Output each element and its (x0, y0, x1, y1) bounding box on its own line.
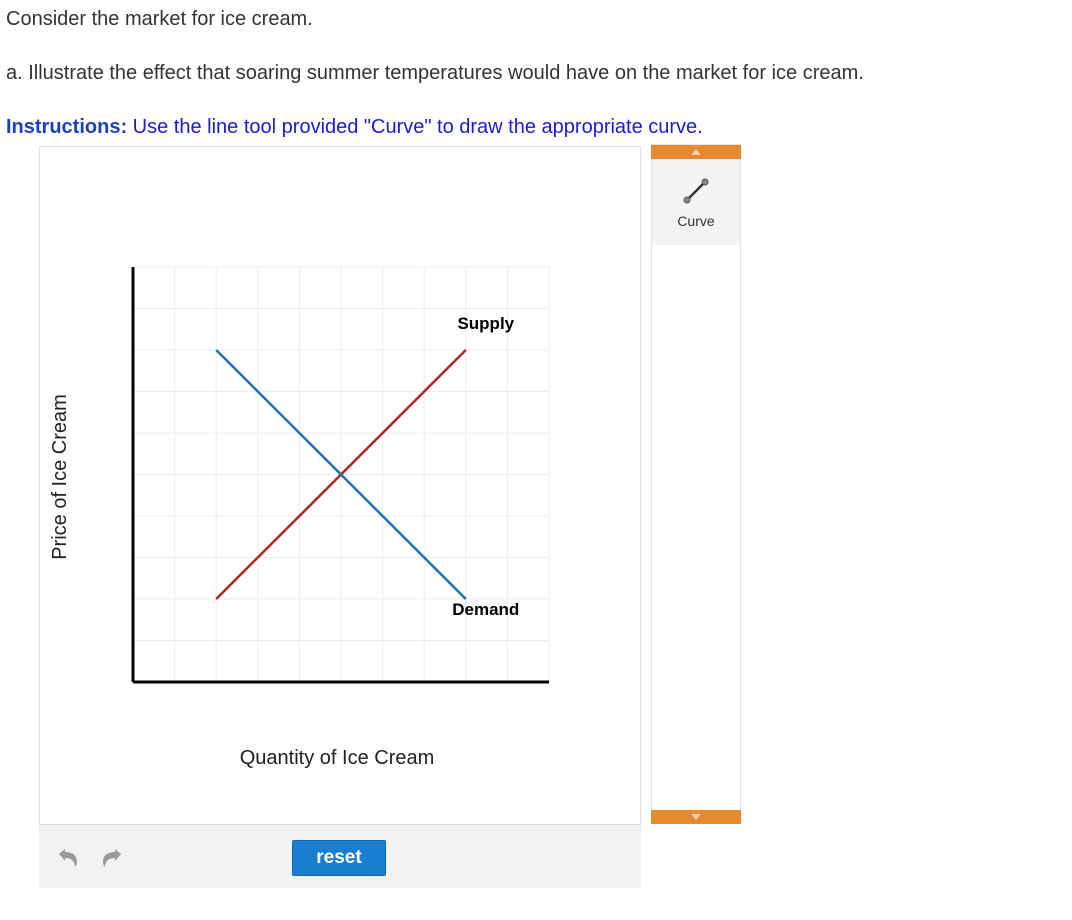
instructions-label: Instructions: (6, 116, 128, 138)
x-axis-title: Quantity of Ice Cream (240, 747, 435, 769)
triangle-up-icon (691, 149, 701, 155)
tool-panel: Curve (651, 144, 741, 824)
scroll-down-button[interactable] (651, 810, 741, 824)
reset-button[interactable]: reset (292, 840, 386, 876)
supply-label: Supply (457, 314, 514, 333)
undo-icon[interactable] (55, 847, 81, 869)
question-part-a: a. Illustrate the effect that soaring su… (6, 62, 864, 84)
instructions-text: Use the line tool provided "Curve" to dr… (127, 116, 703, 138)
demand-label: Demand (452, 600, 519, 619)
line-segment-icon (683, 178, 709, 204)
triangle-down-icon (691, 814, 701, 820)
y-axis-title: Price of Ice Cream (49, 394, 71, 560)
scroll-up-button[interactable] (651, 145, 741, 159)
curve-tool-label: Curve (677, 213, 715, 229)
instructions: Instructions: Use the line tool provided… (6, 116, 703, 139)
graph-panel[interactable]: Supply Demand Quantity of Ice Cream Price o… (39, 146, 641, 824)
graph-controls-bar: reset (39, 824, 641, 888)
graph-canvas[interactable]: Supply Demand Quantity of Ice Cream Price o… (40, 147, 640, 825)
redo-icon[interactable] (99, 847, 125, 869)
question-intro: Consider the market for ice cream. (6, 8, 313, 30)
curve-tool-button[interactable]: Curve (652, 159, 740, 245)
